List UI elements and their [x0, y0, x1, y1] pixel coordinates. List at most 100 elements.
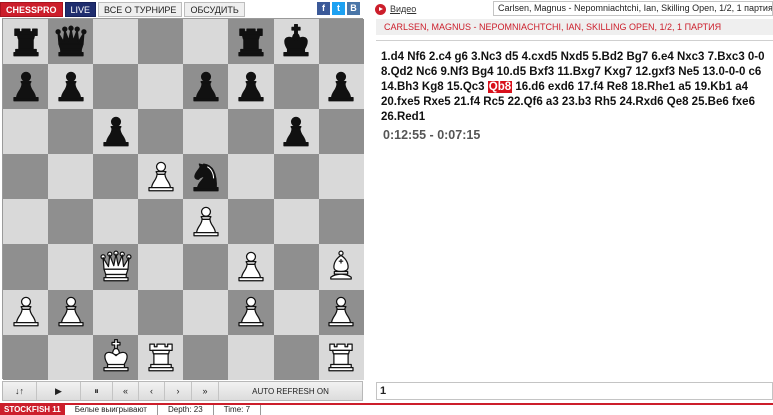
white-king-icon[interactable] — [96, 337, 136, 377]
square-a3[interactable] — [3, 244, 49, 290]
square-d1[interactable] — [138, 334, 184, 380]
white-pawn-icon[interactable] — [141, 157, 181, 197]
tab-live[interactable]: LIVE — [64, 1, 97, 17]
black-pawn-icon[interactable] — [6, 67, 46, 107]
square-g1[interactable] — [273, 334, 319, 380]
auto-refresh-toggle[interactable]: AUTO REFRESH ON — [219, 382, 362, 400]
square-e2[interactable] — [183, 289, 229, 335]
square-d7[interactable] — [138, 64, 184, 110]
square-e7[interactable] — [183, 64, 229, 110]
black-rook-icon[interactable] — [6, 22, 46, 62]
play-button[interactable]: ▶ — [37, 382, 81, 400]
square-d4[interactable] — [138, 199, 184, 245]
square-h6[interactable] — [318, 109, 364, 155]
next-move-button[interactable]: › — [165, 382, 192, 400]
tab-chesspro[interactable]: CHESSPRO — [0, 1, 63, 17]
video-link[interactable]: Видео — [390, 4, 416, 14]
black-queen-icon[interactable] — [51, 22, 91, 62]
black-pawn-icon[interactable] — [186, 67, 226, 107]
square-c6[interactable] — [93, 109, 139, 155]
white-rook-icon[interactable] — [321, 337, 361, 377]
black-king-icon[interactable] — [276, 22, 316, 62]
video-play-icon[interactable] — [375, 3, 386, 15]
square-f3[interactable] — [228, 244, 274, 290]
white-pawn-icon[interactable] — [231, 292, 271, 332]
square-e1[interactable] — [183, 334, 229, 380]
square-h3[interactable] — [318, 244, 364, 290]
black-pawn-icon[interactable] — [96, 112, 136, 152]
square-b7[interactable] — [48, 64, 94, 110]
square-a4[interactable] — [3, 199, 49, 245]
white-pawn-icon[interactable] — [51, 292, 91, 332]
tab-tournament-info[interactable]: ВСЕ О ТУРНИРЕ — [98, 1, 183, 17]
square-h2[interactable] — [318, 289, 364, 335]
last-move-button[interactable]: » — [192, 382, 219, 400]
square-e3[interactable] — [183, 244, 229, 290]
square-g3[interactable] — [273, 244, 319, 290]
page-number[interactable]: 1 — [380, 385, 386, 397]
square-c5[interactable] — [93, 154, 139, 200]
square-f5[interactable] — [228, 154, 274, 200]
chess-board[interactable] — [2, 18, 364, 380]
square-f1[interactable] — [228, 334, 274, 380]
flip-board-button[interactable]: ↓↑ — [3, 382, 37, 400]
square-f7[interactable] — [228, 64, 274, 110]
square-b1[interactable] — [48, 334, 94, 380]
black-knight-icon[interactable] — [186, 157, 226, 197]
black-pawn-icon[interactable] — [321, 67, 361, 107]
square-h5[interactable] — [318, 154, 364, 200]
square-c3[interactable] — [93, 244, 139, 290]
square-d2[interactable] — [138, 289, 184, 335]
square-c4[interactable] — [93, 199, 139, 245]
square-b3[interactable] — [48, 244, 94, 290]
white-bishop-icon[interactable] — [321, 247, 361, 287]
first-move-button[interactable]: « — [113, 382, 139, 400]
black-pawn-icon[interactable] — [231, 67, 271, 107]
white-rook-icon[interactable] — [141, 337, 181, 377]
vk-icon[interactable]: B — [347, 2, 360, 15]
square-a5[interactable] — [3, 154, 49, 200]
square-b5[interactable] — [48, 154, 94, 200]
square-d8[interactable] — [138, 19, 184, 65]
facebook-icon[interactable]: f — [317, 2, 330, 15]
black-rook-icon[interactable] — [231, 22, 271, 62]
black-pawn-icon[interactable] — [276, 112, 316, 152]
square-h7[interactable] — [318, 64, 364, 110]
square-a6[interactable] — [3, 109, 49, 155]
square-g4[interactable] — [273, 199, 319, 245]
square-a1[interactable] — [3, 334, 49, 380]
black-pawn-icon[interactable] — [51, 67, 91, 107]
square-c2[interactable] — [93, 289, 139, 335]
square-b4[interactable] — [48, 199, 94, 245]
square-d6[interactable] — [138, 109, 184, 155]
square-d5[interactable] — [138, 154, 184, 200]
square-g6[interactable] — [273, 109, 319, 155]
twitter-icon[interactable]: t — [332, 2, 345, 15]
square-h8[interactable] — [318, 19, 364, 65]
square-g5[interactable] — [273, 154, 319, 200]
square-b8[interactable] — [48, 19, 94, 65]
prev-move-button[interactable]: ‹ — [139, 382, 165, 400]
square-a8[interactable] — [3, 19, 49, 65]
white-pawn-icon[interactable] — [6, 292, 46, 332]
square-e4[interactable] — [183, 199, 229, 245]
square-g2[interactable] — [273, 289, 319, 335]
tab-discuss[interactable]: ОБСУДИТЬ — [184, 1, 245, 17]
move-notation[interactable]: 1.d4 Nf6 2.c4 g6 3.Nc3 d5 4.cxd5 Nxd5 5.… — [381, 50, 771, 125]
square-e6[interactable] — [183, 109, 229, 155]
square-e8[interactable] — [183, 19, 229, 65]
current-move[interactable]: Qb8 — [487, 81, 513, 93]
square-h1[interactable] — [318, 334, 364, 380]
square-b2[interactable] — [48, 289, 94, 335]
game-select[interactable]: Carlsen, Magnus - Nepomniachtchi, Ian, S… — [493, 1, 773, 16]
square-b6[interactable] — [48, 109, 94, 155]
square-f2[interactable] — [228, 289, 274, 335]
square-c7[interactable] — [93, 64, 139, 110]
white-pawn-icon[interactable] — [231, 247, 271, 287]
square-d3[interactable] — [138, 244, 184, 290]
square-c8[interactable] — [93, 19, 139, 65]
square-g8[interactable] — [273, 19, 319, 65]
square-c1[interactable] — [93, 334, 139, 380]
white-queen-icon[interactable] — [96, 247, 136, 287]
white-pawn-icon[interactable] — [321, 292, 361, 332]
